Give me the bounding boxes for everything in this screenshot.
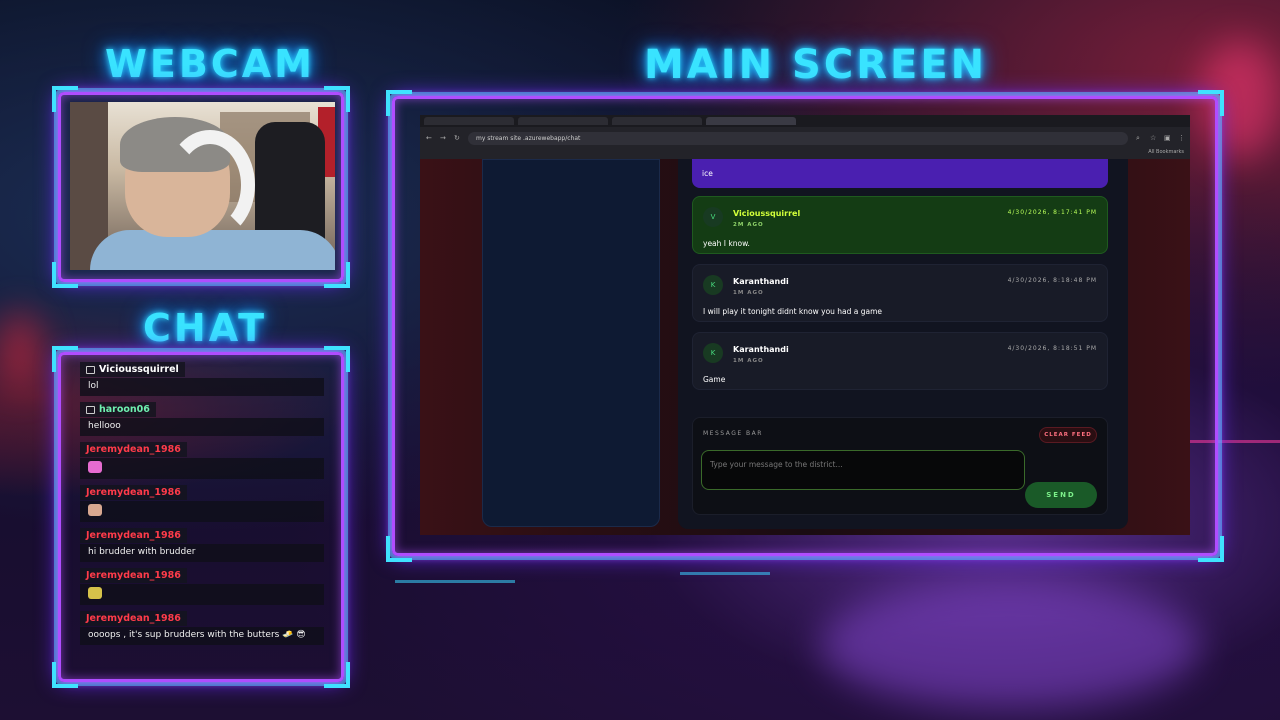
- backdrop-stripe: [680, 572, 770, 575]
- reload-icon[interactable]: ↻: [454, 135, 460, 142]
- emote-figure-icon: [88, 504, 102, 516]
- chat-message: Jeremydean_1986: [80, 568, 324, 605]
- feed-relative-time: 2M AGO: [733, 222, 764, 228]
- browser-window: ← → ↻ my stream site .azurewebapp/chat ⌕…: [420, 115, 1190, 535]
- feed-timestamp: 4/30/2026, 8:17:41 PM: [1007, 209, 1097, 216]
- emote-pink-icon: [88, 461, 102, 473]
- chat-username-text: haroon06: [99, 404, 150, 415]
- chat-heading: CHAT: [143, 306, 268, 350]
- browser-tab-bar: [420, 115, 1190, 127]
- chat-message: Jeremydean_1986: [80, 485, 324, 522]
- feed-message-body: yeah I know.: [703, 239, 750, 248]
- chat-message: Jeremydean_1986: [80, 442, 324, 479]
- chat-message-emote-row: [80, 501, 324, 522]
- feed-author: Karanthandi: [733, 277, 789, 286]
- browser-tab[interactable]: [518, 117, 608, 125]
- send-button[interactable]: SEND: [1025, 482, 1097, 508]
- chat-app-page: ice V Vicioussquirrel 2M AGO 4/30/2026, …: [420, 159, 1190, 535]
- main-screen-heading: MAIN SCREEN: [644, 42, 988, 88]
- message-feed: ice V Vicioussquirrel 2M AGO 4/30/2026, …: [678, 159, 1128, 529]
- feed-card: K Karanthandi 1M AGO 4/30/2026, 8:18:48 …: [692, 264, 1108, 322]
- feed-message-body: Game: [703, 375, 726, 384]
- backdrop-glow-purple: [820, 580, 1200, 710]
- chat-username: Jeremydean_1986: [80, 528, 187, 543]
- zoom-icon[interactable]: ⌕: [1136, 135, 1142, 142]
- extensions-icon[interactable]: ▣: [1164, 135, 1171, 142]
- feed-card-highlighted: ice: [692, 159, 1108, 188]
- webcam-heading: WEBCAM: [105, 42, 315, 86]
- webcam-feed: [70, 102, 335, 270]
- chat-username-text: Vicioussquirrel: [99, 364, 179, 375]
- chat-message-emote-row: [80, 584, 324, 605]
- url-input[interactable]: my stream site .azurewebapp/chat: [468, 131, 1128, 145]
- menu-icon[interactable]: ⋮: [1178, 135, 1185, 142]
- browser-tab[interactable]: [612, 117, 702, 125]
- feed-timestamp: 4/30/2026, 8:18:51 PM: [1007, 345, 1097, 352]
- chat-username: Jeremydean_1986: [80, 485, 187, 500]
- chat-message-text: lol: [80, 378, 324, 396]
- message-input[interactable]: Type your message to the district...: [701, 450, 1025, 490]
- feed-timestamp: 4/30/2026, 8:18:48 PM: [1007, 277, 1097, 284]
- backdrop-stripe: [395, 580, 515, 583]
- avatar: K: [703, 343, 723, 363]
- badge-icon: [86, 365, 95, 374]
- bookmarks-bar: All Bookmarks: [420, 149, 1190, 159]
- chat-username-text: Jeremydean_1986: [86, 444, 181, 455]
- forward-arrow-icon[interactable]: →: [440, 135, 446, 142]
- left-sidebar-panel: [482, 159, 660, 527]
- feed-message-body: ice: [702, 169, 713, 178]
- chat-username-text: Jeremydean_1986: [86, 487, 181, 498]
- clear-feed-button[interactable]: CLEAR FEED: [1039, 427, 1097, 443]
- feed-message-body: I will play it tonight didnt know you ha…: [703, 307, 883, 316]
- feed-author: Vicioussquirrel: [733, 209, 801, 218]
- chat-username-text: Jeremydean_1986: [86, 570, 181, 581]
- feed-relative-time: 1M AGO: [733, 290, 764, 296]
- feed-author: Karanthandi: [733, 345, 789, 354]
- chat-message: Jeremydean_1986 oooops , it's sup brudde…: [80, 611, 324, 645]
- message-bar-title: MESSAGE BAR: [703, 430, 763, 437]
- chat-message-text: hellooo: [80, 418, 324, 436]
- chat-message-text: oooops , it's sup brudders with the butt…: [80, 627, 324, 645]
- chat-username-text: Jeremydean_1986: [86, 530, 181, 541]
- chat-list: Vicioussquirrel lol haroon06 hellooo Jer…: [80, 362, 324, 662]
- browser-tab[interactable]: [424, 117, 514, 125]
- chat-message: Vicioussquirrel lol: [80, 362, 324, 396]
- feed-card: K Karanthandi 1M AGO 4/30/2026, 8:18:51 …: [692, 332, 1108, 390]
- chat-message-text: hi brudder with brudder: [80, 544, 324, 562]
- all-bookmarks-link[interactable]: All Bookmarks: [1148, 149, 1184, 155]
- back-arrow-icon[interactable]: ←: [426, 135, 432, 142]
- browser-address-bar: ← → ↻ my stream site .azurewebapp/chat ⌕…: [420, 127, 1190, 149]
- chat-message: Jeremydean_1986 hi brudder with brudder: [80, 528, 324, 562]
- backdrop-glow-red: [0, 310, 40, 390]
- chat-username: Jeremydean_1986: [80, 442, 187, 457]
- message-bar: MESSAGE BAR CLEAR FEED Type your message…: [692, 417, 1108, 515]
- headphones: [165, 130, 255, 240]
- emote-sticker-icon: [88, 587, 102, 599]
- browser-tab-active[interactable]: [706, 117, 796, 125]
- chat-username-text: Jeremydean_1986: [86, 613, 181, 624]
- chat-username: Jeremydean_1986: [80, 611, 187, 626]
- chat-message: haroon06 hellooo: [80, 402, 324, 436]
- star-icon[interactable]: ☆: [1150, 135, 1156, 142]
- avatar: V: [703, 207, 723, 227]
- feed-relative-time: 1M AGO: [733, 358, 764, 364]
- chat-username: Jeremydean_1986: [80, 568, 187, 583]
- badge-icon: [86, 405, 95, 414]
- avatar: K: [703, 275, 723, 295]
- chat-message-emote-row: [80, 458, 324, 479]
- feed-card: V Vicioussquirrel 2M AGO 4/30/2026, 8:17…: [692, 196, 1108, 254]
- chat-username: haroon06: [80, 402, 156, 417]
- chat-username: Vicioussquirrel: [80, 362, 185, 377]
